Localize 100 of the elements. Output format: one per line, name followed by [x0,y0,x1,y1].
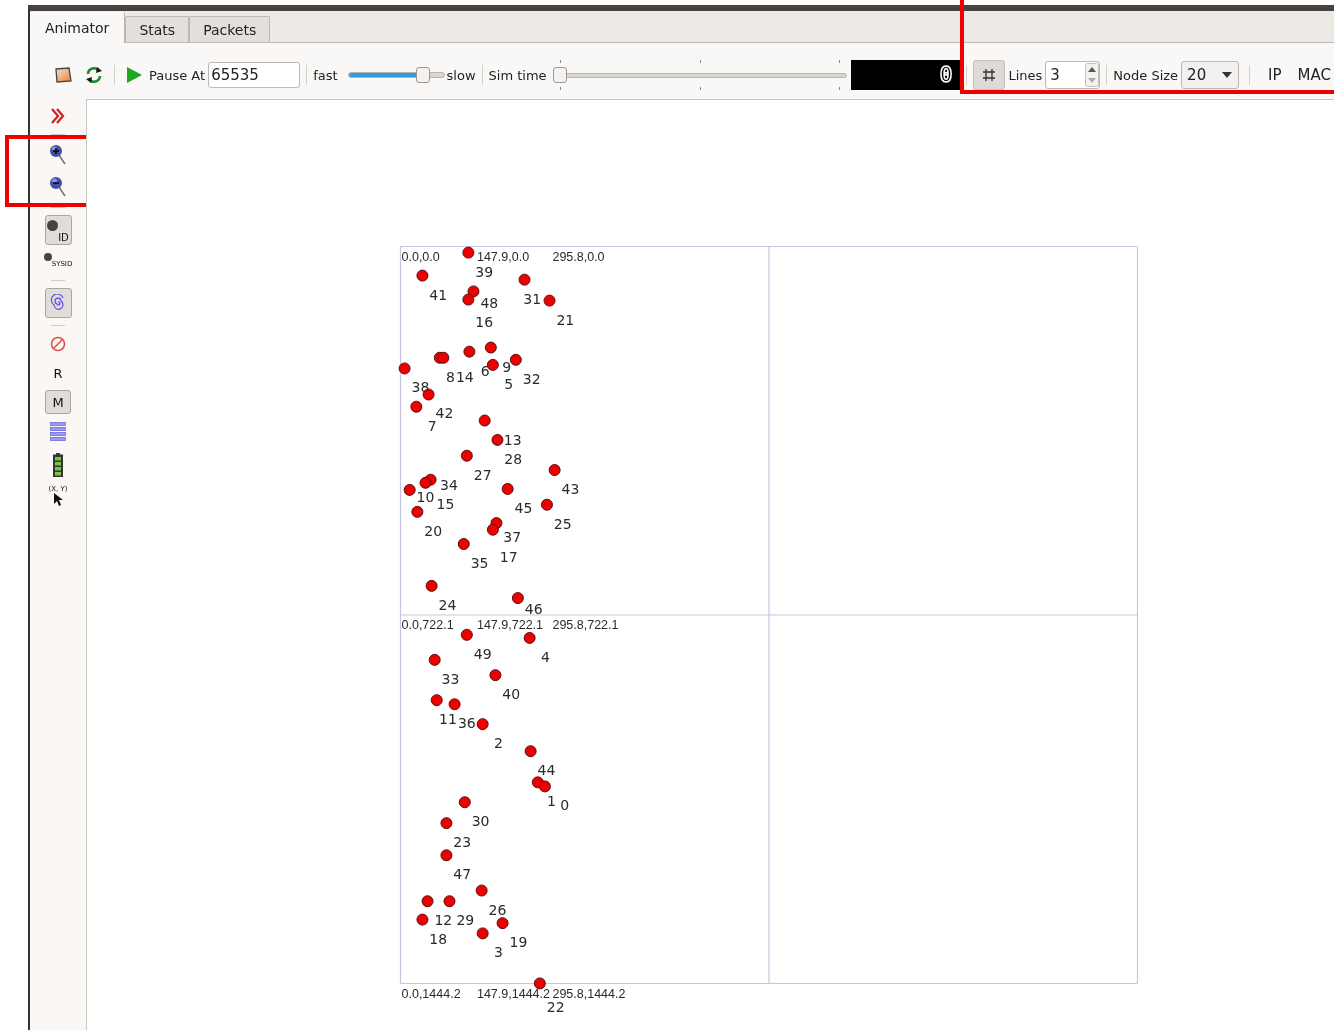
node-dot[interactable] [518,273,531,286]
node-dot[interactable] [430,694,443,707]
node-dot[interactable] [421,895,434,908]
grid-coordinate-label: 295.8,0.0 [552,249,605,264]
node-label: 22 [546,999,565,1015]
node-label: 37 [503,529,522,546]
node-dot[interactable] [489,669,502,682]
node-id-button[interactable]: ID [44,215,72,245]
node-label: 25 [553,515,572,532]
node-label: 18 [429,930,448,947]
node-dot[interactable] [425,579,438,592]
node-dot[interactable] [462,246,475,259]
node-label: 34 [440,477,458,494]
node-dot[interactable] [491,433,504,446]
play-icon[interactable] [125,66,143,84]
node-label: 33 [441,670,460,687]
spiral-icon [50,294,66,312]
node-dot[interactable] [460,449,473,462]
node-dot[interactable] [496,917,509,930]
open-button[interactable] [54,67,72,83]
node-size-combo[interactable]: 20 [1181,61,1240,89]
node-dot[interactable] [403,483,416,496]
node-dot[interactable] [511,592,524,605]
zoom-out-icon[interactable] [49,176,67,198]
node-label: 23 [453,834,472,851]
node-dot[interactable] [467,285,480,298]
node-dot[interactable] [416,269,429,282]
refresh-icon[interactable] [84,65,104,85]
grid-coordinate-label: 0.0,1444.2 [401,986,461,1001]
node-label: 5 [504,375,514,392]
node-dot[interactable] [478,414,491,427]
node-dot[interactable] [463,345,476,358]
node-dot[interactable] [548,464,561,476]
grid-button[interactable] [973,60,1006,90]
node-dot[interactable] [428,653,441,666]
battery-icon[interactable] [53,453,63,477]
node-dot[interactable] [476,718,489,731]
zoom-in-icon[interactable] [49,144,67,166]
node-dot[interactable] [410,400,423,413]
node-dot[interactable] [475,884,488,897]
node-dot[interactable] [457,538,470,550]
node-dot[interactable] [443,895,456,908]
node-dot[interactable] [419,476,432,489]
node-label: 44 [537,762,556,779]
node-dot[interactable] [448,698,461,711]
node-dot[interactable] [540,498,553,511]
node-label: 46 [524,600,543,617]
no-entry-icon[interactable] [50,336,66,352]
node-dot[interactable] [460,628,473,641]
node-label: 16 [475,314,494,331]
list-lines-icon[interactable] [50,421,66,443]
node-label: 12 [434,912,453,929]
node-dot[interactable] [538,780,551,793]
node-label: 15 [436,495,455,512]
node-dot[interactable] [509,353,522,366]
node-label: 4 [540,648,550,665]
sim-time-slider[interactable] [552,60,847,90]
node-dot[interactable] [543,294,556,307]
node-dot[interactable] [533,977,546,990]
node-dot[interactable] [458,796,471,809]
tab[interactable]: Stats [125,16,190,42]
toggle-button[interactable]: M [45,390,71,414]
node-dot[interactable] [437,351,450,364]
node-dot[interactable] [523,631,536,644]
node-label: 40 [502,686,521,703]
node-dot[interactable] [416,913,429,926]
tab[interactable]: Animator [30,12,126,43]
toggle-button[interactable]: R [53,366,63,381]
lines-spinbox[interactable]: 3 [1045,61,1101,89]
node-label: 36 [457,715,476,732]
node-label: 0 [560,797,570,814]
node-dot[interactable] [398,362,411,375]
node-dot[interactable] [501,482,514,495]
ip-button[interactable]: IP [1268,66,1282,84]
spin-arrows-icon[interactable] [1085,63,1100,87]
node-label: 38 [411,379,430,396]
node-dot[interactable] [484,341,497,354]
node-label: 43 [561,481,580,497]
tab[interactable]: Packets [189,16,271,42]
node-dot[interactable] [486,523,499,536]
node-label: 1 [547,793,556,810]
node-dot[interactable] [462,293,475,306]
trajectory-button[interactable] [44,288,72,318]
node-label: 6 [480,362,490,379]
node-dot[interactable] [476,927,489,940]
mac-button[interactable]: MAC [1297,66,1331,84]
speed-slider[interactable] [347,67,445,83]
grid-coordinate-label: 0.0,0.0 [401,249,440,264]
pause-at-field[interactable]: 65535 [208,62,301,88]
node-label: 32 [522,370,541,387]
node-label: 13 [503,431,522,448]
node-dot[interactable] [411,505,424,518]
node-dot[interactable] [440,817,453,830]
node-dot[interactable] [524,745,537,758]
node-label: 31 [523,290,542,307]
node-label: 14 [455,368,474,385]
node-dot[interactable] [440,849,453,862]
grid-coordinate-label: 147.9,0.0 [477,249,530,264]
node-label: 49 [473,645,492,662]
double-chevron-icon[interactable] [51,108,65,124]
